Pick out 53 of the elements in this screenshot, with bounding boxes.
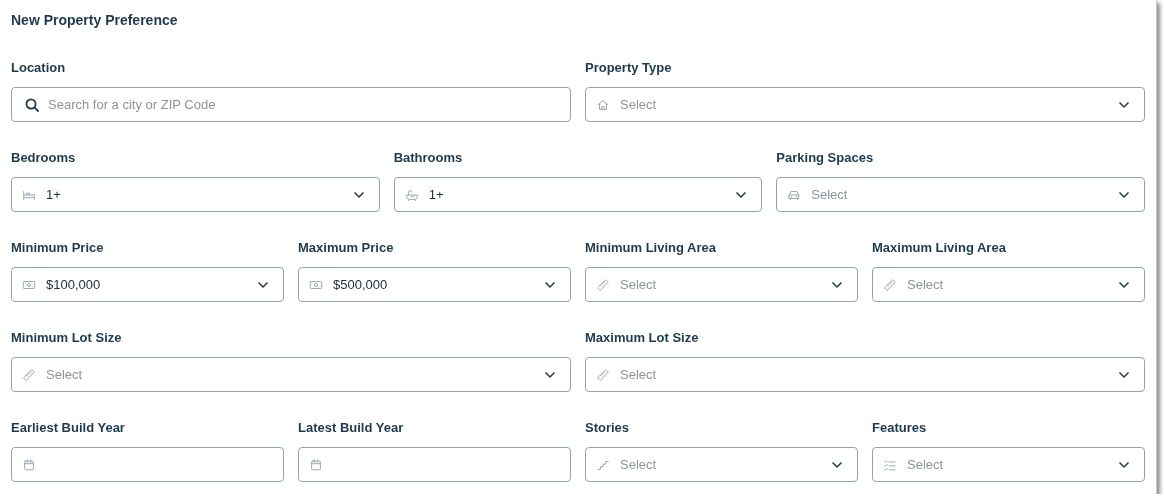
chevron-down-icon <box>1118 460 1130 469</box>
ruler-icon <box>596 277 610 292</box>
select-dropdown[interactable]: 1+ <box>11 177 380 212</box>
field-label: Bedrooms <box>11 150 77 166</box>
select-dropdown[interactable]: $500,000 <box>298 267 571 302</box>
select-dropdown[interactable]: Select <box>872 267 1145 302</box>
field-label: Maximum Lot Size <box>585 330 700 346</box>
checklist-icon <box>883 457 897 472</box>
field-label: Property Type <box>585 60 673 76</box>
chevron-down-icon <box>1118 370 1130 379</box>
field-label: Minimum Lot Size <box>11 330 123 346</box>
field-label: Location <box>11 60 67 76</box>
select-dropdown[interactable]: 1+ <box>393 177 763 212</box>
field-label: Minimum Living Area <box>585 240 717 256</box>
date-field[interactable] <box>11 447 284 482</box>
select-dropdown[interactable]: Select <box>585 357 1145 392</box>
chevron-down-icon <box>1118 190 1130 199</box>
chevron-down-icon <box>544 280 556 289</box>
field-label: Features <box>872 420 928 436</box>
field-label: Maximum Living Area <box>872 240 1007 256</box>
ruler-icon <box>22 367 36 382</box>
house-icon <box>596 97 610 112</box>
calendar-icon <box>309 457 323 472</box>
select-dropdown[interactable]: Select <box>872 447 1145 482</box>
select-dropdown[interactable]: $100,000 <box>11 267 284 302</box>
chevron-down-icon <box>735 190 748 199</box>
select-dropdown[interactable]: Select <box>585 87 1145 122</box>
calendar-icon <box>22 457 36 472</box>
select-dropdown[interactable]: Select <box>11 357 571 392</box>
field-label: Stories <box>585 420 631 436</box>
chevron-down-icon <box>1118 100 1130 109</box>
field-label: Latest Build Year <box>298 420 405 436</box>
date-field[interactable] <box>298 447 571 482</box>
field-label: Earliest Build Year <box>11 420 126 436</box>
form-title: New Property Preference <box>11 12 179 28</box>
search-field[interactable]: Search for a city or ZIP Code <box>11 87 571 122</box>
chevron-down-icon <box>831 280 843 289</box>
field-label: Maximum Price <box>298 240 395 256</box>
field-label: Parking Spaces <box>776 150 875 166</box>
bathtub-icon <box>404 187 419 202</box>
search-icon <box>24 97 40 113</box>
field-label: Bathrooms <box>393 150 464 166</box>
select-dropdown[interactable]: Select <box>776 177 1145 212</box>
chevron-down-icon <box>544 370 556 379</box>
chevron-down-icon <box>831 460 843 469</box>
chevron-down-icon <box>352 190 365 199</box>
ruler-icon <box>596 367 610 382</box>
select-dropdown[interactable]: Select <box>585 267 858 302</box>
chevron-down-icon <box>257 280 269 289</box>
field-label: Minimum Price <box>11 240 105 256</box>
select-dropdown[interactable]: Select <box>585 447 858 482</box>
chevron-down-icon <box>1118 280 1130 289</box>
ruler-icon <box>883 277 897 292</box>
